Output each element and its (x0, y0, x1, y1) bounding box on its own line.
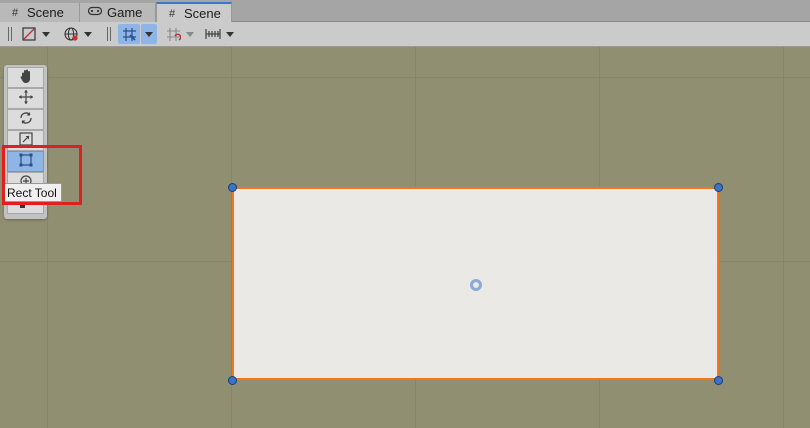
rotate-icon (18, 110, 34, 129)
scene-toolbar (0, 22, 810, 47)
increment-snap-icon (165, 26, 181, 42)
shading-mode-dropdown[interactable] (18, 24, 53, 44)
chevron-down-icon (84, 31, 92, 37)
ruler-icon (205, 26, 221, 42)
tab-scene-1[interactable]: # Scene (0, 3, 80, 22)
ruler-dropdown[interactable] (202, 24, 237, 44)
scene-viewport[interactable]: Rect Tool (0, 47, 810, 428)
tab-label: Game (107, 5, 143, 20)
scene-visibility-dropdown[interactable] (60, 24, 95, 44)
rect-handle-top-left[interactable] (228, 183, 237, 192)
hand-icon (18, 68, 34, 87)
toolbar-grip (110, 27, 111, 41)
hand-tool-button[interactable] (7, 67, 44, 88)
tool-highlight-box (2, 145, 82, 205)
grid-icon: # (11, 6, 19, 19)
chevron-down-icon (42, 31, 50, 37)
move-icon (18, 89, 34, 108)
tab-game[interactable]: Game (80, 3, 156, 22)
move-tool-button[interactable] (7, 88, 44, 109)
tab-scene-active[interactable]: # Scene (156, 2, 232, 23)
grid-icon: # (168, 7, 176, 20)
toolbar-grip (8, 27, 9, 41)
pivot-icon[interactable] (470, 279, 482, 291)
grid-snapping-button[interactable] (118, 24, 140, 44)
increment-snap-dropdown[interactable] (162, 24, 197, 44)
chevron-down-icon (226, 31, 234, 37)
rect-handle-bottom-left[interactable] (228, 376, 237, 385)
toolbar-grip (11, 27, 12, 41)
rect-handle-top-right[interactable] (714, 183, 723, 192)
tab-bar: # Scene Game # Scene (0, 0, 810, 23)
tab-label: Scene (184, 6, 221, 21)
rect-handle-bottom-right[interactable] (714, 376, 723, 385)
toolbar-grip (107, 27, 108, 41)
grid-snap-icon (121, 26, 137, 42)
chevron-down-icon (145, 31, 153, 37)
tab-label: Scene (27, 5, 64, 20)
rotate-tool-button[interactable] (7, 109, 44, 130)
chevron-down-icon (186, 31, 194, 37)
shading-mode-icon (21, 26, 37, 42)
grid-snapping-dropdown[interactable] (141, 24, 157, 44)
gamepad-icon (87, 6, 103, 19)
globe-icon (63, 26, 79, 42)
